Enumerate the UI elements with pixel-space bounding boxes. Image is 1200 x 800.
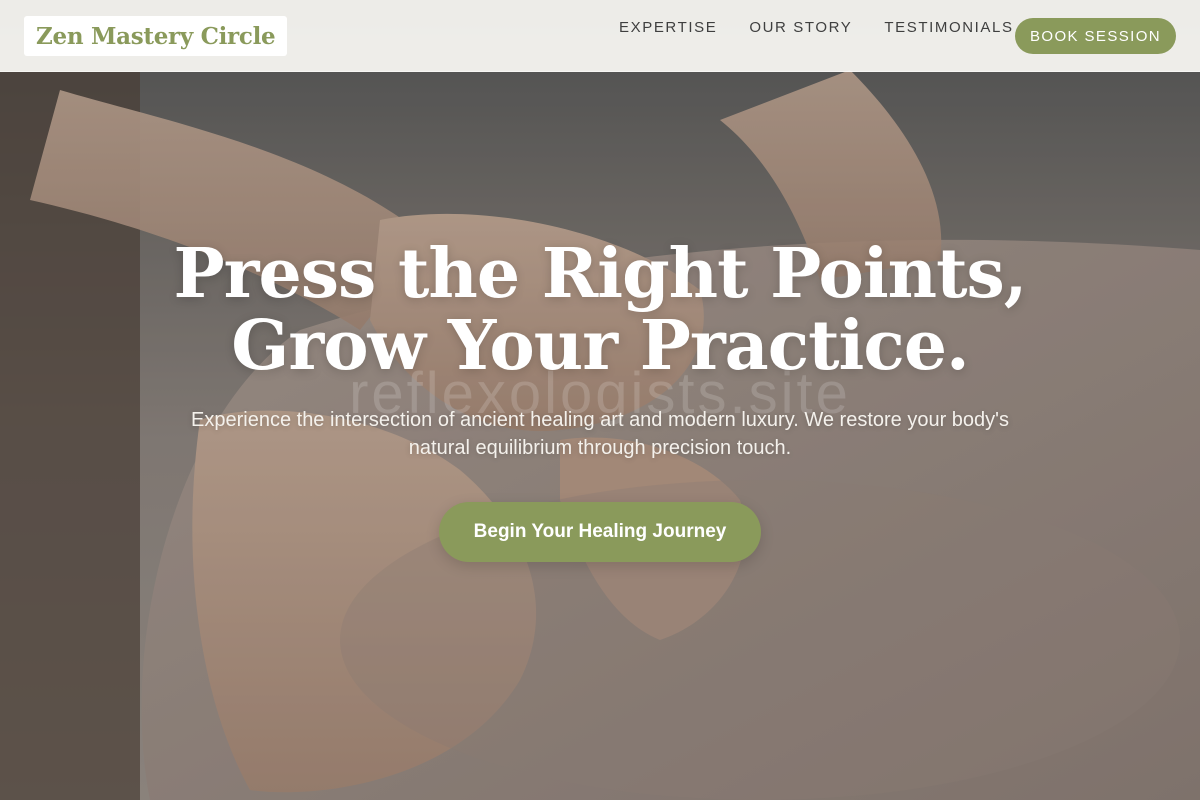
book-session-button[interactable]: BOOK SESSION xyxy=(1015,18,1176,54)
nav-link-testimonials[interactable]: TESTIMONIALS xyxy=(884,18,1013,38)
hero-headline: Press the Right Points, Grow Your Practi… xyxy=(0,238,1200,382)
site-header: Zen Mastery Circle EXPERTISE OUR STORY T… xyxy=(0,0,1200,72)
brand-logo[interactable]: Zen Mastery Circle xyxy=(24,16,288,56)
hero-subtitle: Experience the intersection of ancient h… xyxy=(191,409,1009,459)
main-nav: EXPERTISE OUR STORY TESTIMONIALS xyxy=(619,18,1014,38)
nav-link-our-story[interactable]: OUR STORY xyxy=(749,18,852,38)
begin-journey-button[interactable]: Begin Your Healing Journey xyxy=(439,502,761,562)
hero-headline-line-1: Press the Right Points, xyxy=(173,234,1028,314)
hero-headline-line-2: Grow Your Practice. xyxy=(231,306,969,386)
nav-link-expertise[interactable]: EXPERTISE xyxy=(619,18,717,38)
